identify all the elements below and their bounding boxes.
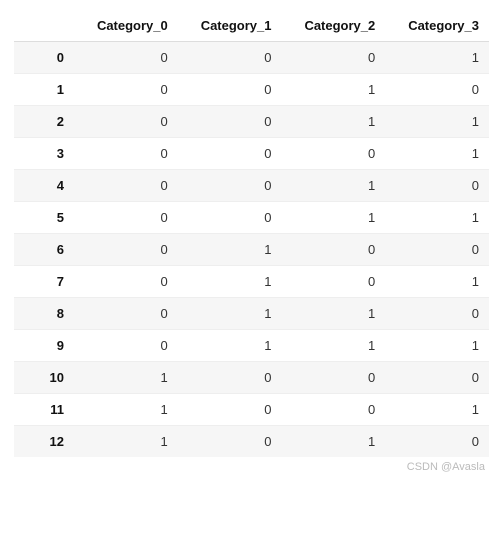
cell: 1 <box>282 170 386 202</box>
row-index: 5 <box>14 202 74 234</box>
table-row: 20011 <box>14 106 489 138</box>
cell: 0 <box>178 362 282 394</box>
cell: 0 <box>178 138 282 170</box>
cell: 1 <box>282 106 386 138</box>
cell: 1 <box>385 266 489 298</box>
cell: 0 <box>178 202 282 234</box>
cell: 1 <box>282 426 386 458</box>
row-index: 11 <box>14 394 74 426</box>
cell: 0 <box>74 74 178 106</box>
cell: 0 <box>385 298 489 330</box>
table-row: 60100 <box>14 234 489 266</box>
header-row: Category_0 Category_1 Category_2 Categor… <box>14 10 489 42</box>
cell: 1 <box>385 138 489 170</box>
table-row: 40010 <box>14 170 489 202</box>
col-header: Category_3 <box>385 10 489 42</box>
cell: 0 <box>178 42 282 74</box>
cell: 0 <box>178 74 282 106</box>
cell: 1 <box>282 330 386 362</box>
table-row: 10010 <box>14 74 489 106</box>
cell: 0 <box>74 266 178 298</box>
cell: 0 <box>74 42 178 74</box>
cell: 1 <box>74 362 178 394</box>
row-index: 10 <box>14 362 74 394</box>
table-row: 101000 <box>14 362 489 394</box>
cell: 0 <box>385 234 489 266</box>
cell: 0 <box>74 106 178 138</box>
cell: 0 <box>282 266 386 298</box>
row-index: 2 <box>14 106 74 138</box>
row-index: 8 <box>14 298 74 330</box>
row-index: 12 <box>14 426 74 458</box>
cell: 0 <box>282 234 386 266</box>
cell: 0 <box>282 362 386 394</box>
cell: 0 <box>74 170 178 202</box>
row-index: 6 <box>14 234 74 266</box>
row-index: 9 <box>14 330 74 362</box>
cell: 0 <box>385 362 489 394</box>
watermark-text: CSDN @Avasla <box>14 461 489 473</box>
col-header: Category_0 <box>74 10 178 42</box>
cell: 1 <box>385 106 489 138</box>
cell: 0 <box>74 138 178 170</box>
cell: 0 <box>74 298 178 330</box>
cell: 1 <box>282 202 386 234</box>
cell: 0 <box>178 106 282 138</box>
col-header: Category_2 <box>282 10 386 42</box>
index-header <box>14 10 74 42</box>
cell: 1 <box>178 298 282 330</box>
cell: 1 <box>282 74 386 106</box>
row-index: 1 <box>14 74 74 106</box>
cell: 1 <box>385 202 489 234</box>
table-row: 121010 <box>14 426 489 458</box>
cell: 0 <box>178 170 282 202</box>
cell: 0 <box>282 42 386 74</box>
cell: 1 <box>178 234 282 266</box>
cell: 0 <box>385 426 489 458</box>
cell: 1 <box>178 266 282 298</box>
cell: 1 <box>385 330 489 362</box>
table-row: 30001 <box>14 138 489 170</box>
cell: 0 <box>74 234 178 266</box>
cell: 0 <box>282 394 386 426</box>
cell: 0 <box>385 170 489 202</box>
row-index: 4 <box>14 170 74 202</box>
cell: 0 <box>74 202 178 234</box>
row-index: 0 <box>14 42 74 74</box>
cell: 1 <box>385 42 489 74</box>
cell: 1 <box>178 330 282 362</box>
row-index: 3 <box>14 138 74 170</box>
cell: 0 <box>178 394 282 426</box>
table-row: 90111 <box>14 330 489 362</box>
table-row: 00001 <box>14 42 489 74</box>
cell: 1 <box>385 394 489 426</box>
cell: 1 <box>282 298 386 330</box>
table-row: 80110 <box>14 298 489 330</box>
cell: 0 <box>282 138 386 170</box>
col-header: Category_1 <box>178 10 282 42</box>
table-body: 00001 10010 20011 30001 40010 50011 6010… <box>14 42 489 458</box>
cell: 0 <box>74 330 178 362</box>
cell: 0 <box>178 426 282 458</box>
row-index: 7 <box>14 266 74 298</box>
cell: 0 <box>385 74 489 106</box>
table-row: 70101 <box>14 266 489 298</box>
cell: 1 <box>74 426 178 458</box>
cell: 1 <box>74 394 178 426</box>
table-row: 111001 <box>14 394 489 426</box>
data-table: Category_0 Category_1 Category_2 Categor… <box>14 10 489 457</box>
table-row: 50011 <box>14 202 489 234</box>
